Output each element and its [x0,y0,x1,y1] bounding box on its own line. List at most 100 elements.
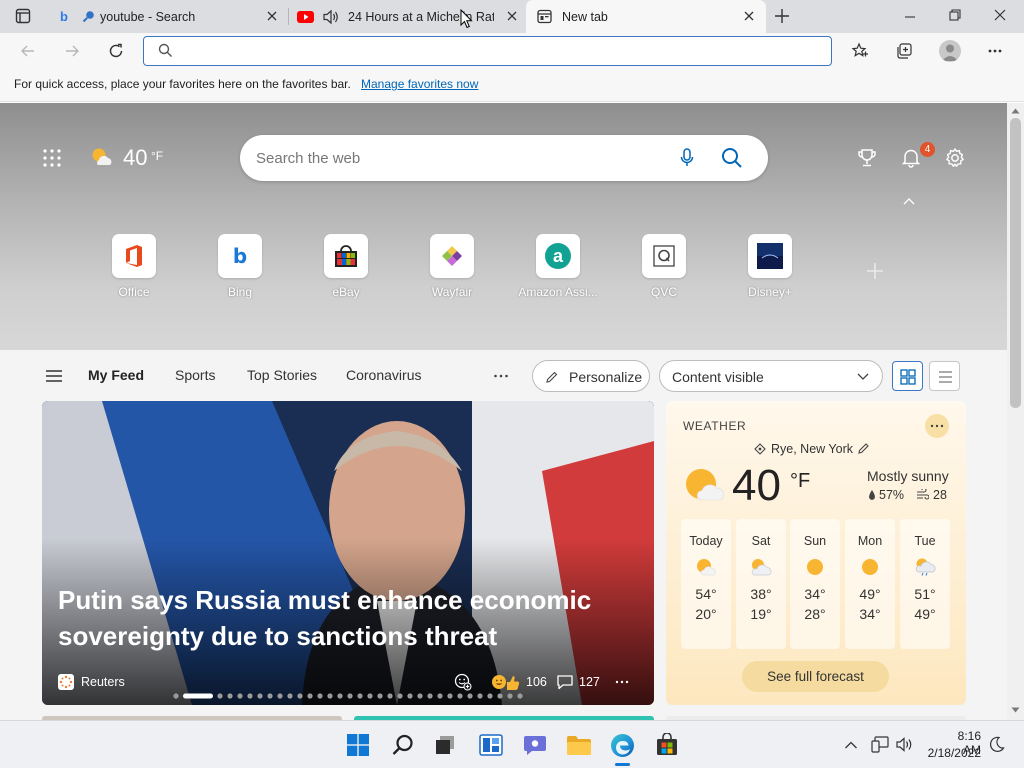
personalize-button[interactable]: Personalize [532,360,650,392]
back-button[interactable] [20,43,36,59]
headline-title[interactable]: Putin says Russia must enhance economic … [58,582,618,654]
rewards-trophy-icon[interactable] [857,148,877,168]
favorites-star-icon[interactable] [851,42,869,60]
manage-favorites-link[interactable]: Manage favorites now [361,77,478,91]
network-icon[interactable] [871,736,889,753]
hero-temperature[interactable]: 40 [123,145,147,171]
scrollbar-thumb[interactable] [1010,118,1021,408]
feed-menu-hamburger-icon[interactable] [45,369,63,383]
weather-more-options-button[interactable] [925,414,949,438]
add-reaction-icon[interactable] [454,673,472,691]
pencil-icon [545,370,559,384]
quick-link-qvc[interactable] [642,234,686,278]
quick-link-office[interactable] [112,234,156,278]
file-explorer-icon[interactable] [566,735,592,756]
new-tab-favicon-icon [537,9,552,24]
microsoft-store-icon[interactable] [655,733,679,757]
forecast-day-label: Sat [751,534,771,548]
edit-location-pencil-icon[interactable] [857,442,870,455]
notifications-bell-icon[interactable] [901,148,921,168]
content-visibility-select[interactable]: Content visible [659,360,883,392]
grid-view-button[interactable] [892,361,923,391]
forecast-day[interactable]: Sat 38° 19° [736,519,786,649]
mouse-cursor-icon [460,9,474,29]
reaction-emoji-icon [491,673,521,691]
forecast-day[interactable]: Tue 51° 49° [900,519,950,649]
comment-count: 127 [579,675,600,689]
quick-link-label: Amazon Assi... [518,285,598,299]
profile-avatar[interactable] [939,40,961,62]
speaker-icon[interactable] [322,9,340,25]
clock-date[interactable]: 2/18/2022 [923,746,981,760]
tab-coronavirus[interactable]: Coronavirus [346,367,421,383]
active-app-indicator [615,763,630,766]
close-tab-icon[interactable] [742,9,756,23]
forecast-low: 20° [695,606,717,622]
tab-top-stories[interactable]: Top Stories [247,367,317,383]
taskbar-search-icon[interactable] [392,734,414,756]
web-search-box[interactable]: Search the web [240,135,768,181]
page-scrollbar[interactable] [1007,103,1024,720]
edge-browser-icon[interactable] [610,733,635,758]
top-story-card[interactable]: Putin says Russia must enhance economic … [42,401,654,705]
tab-actions-menu-icon[interactable] [15,8,31,24]
office-logo-icon [123,244,145,268]
quick-link-disney-plus[interactable] [748,234,792,278]
forward-button[interactable] [64,43,80,59]
collections-icon[interactable] [895,42,913,60]
quick-link-ebay[interactable] [324,234,368,278]
focus-assist-moon-icon[interactable] [989,736,1005,753]
refresh-button[interactable] [107,42,125,60]
comment-icon[interactable] [556,673,574,691]
forecast-day[interactable]: Today 54° 20° [681,519,731,649]
start-button-windows-icon[interactable] [347,734,369,756]
quick-link-wayfair[interactable] [430,234,474,278]
volume-icon[interactable] [895,736,914,753]
weather-condition: Mostly sunny [867,468,949,484]
carousel-pagination[interactable] [173,693,525,699]
forecast-day-label: Tue [914,534,936,548]
close-tab-icon[interactable] [265,9,279,23]
forecast-day[interactable]: Sun 34° 28° [790,519,840,649]
see-full-forecast-button[interactable]: See full forecast [742,661,889,692]
app-launcher-icon[interactable] [43,149,61,167]
minimize-button[interactable] [903,10,917,24]
card-more-options-icon[interactable] [614,676,630,688]
tab-new-tab[interactable]: New tab [526,0,766,33]
wind-value: 28 [933,488,947,502]
partly-sunny-icon [684,467,726,503]
quick-link-amazon-assistant[interactable]: a [536,234,580,278]
teams-chat-icon[interactable] [523,734,547,756]
wayfair-logo-icon [441,245,463,267]
tab-michelin-video[interactable]: 24 Hours at a Michelin Rated [290,0,525,33]
quick-link-bing[interactable]: b [218,234,262,278]
forecast-high: 49° [859,586,881,602]
tab-sports[interactable]: Sports [175,367,215,383]
taskbar: 8:16 AM 2/18/2022 [0,720,1024,768]
task-view-icon[interactable] [435,735,457,755]
restore-button[interactable] [948,8,962,22]
news-source[interactable]: Reuters [81,675,125,689]
close-window-button[interactable] [993,8,1007,22]
tab-my-feed[interactable]: My Feed [88,367,144,383]
add-quick-link-icon[interactable] [866,262,884,280]
address-bar-input[interactable] [143,36,832,66]
tab-strip: b youtube - Search 24 Hours at a Micheli… [0,0,1024,33]
sunny-icon [805,558,825,576]
tab-youtube-search[interactable]: b youtube - Search [50,0,285,33]
close-tab-icon[interactable] [505,9,519,23]
bing-logo-icon: b [232,244,248,268]
more-tabs-icon[interactable] [493,369,509,383]
new-tab-button[interactable] [774,8,790,24]
hero-temperature-unit: °F [151,149,164,163]
search-icon[interactable] [721,147,743,169]
forecast-day[interactable]: Mon 49° 34° [845,519,895,649]
weather-location[interactable]: Rye, New York [771,442,853,456]
microphone-icon[interactable] [680,148,694,168]
collapse-chevron-up-icon[interactable] [902,196,916,208]
settings-gear-icon[interactable] [944,147,966,169]
more-menu-icon[interactable] [987,43,1003,59]
show-hidden-icons-chevron-up-icon[interactable] [844,739,858,751]
widgets-icon[interactable] [479,734,503,756]
list-view-button[interactable] [929,361,960,391]
